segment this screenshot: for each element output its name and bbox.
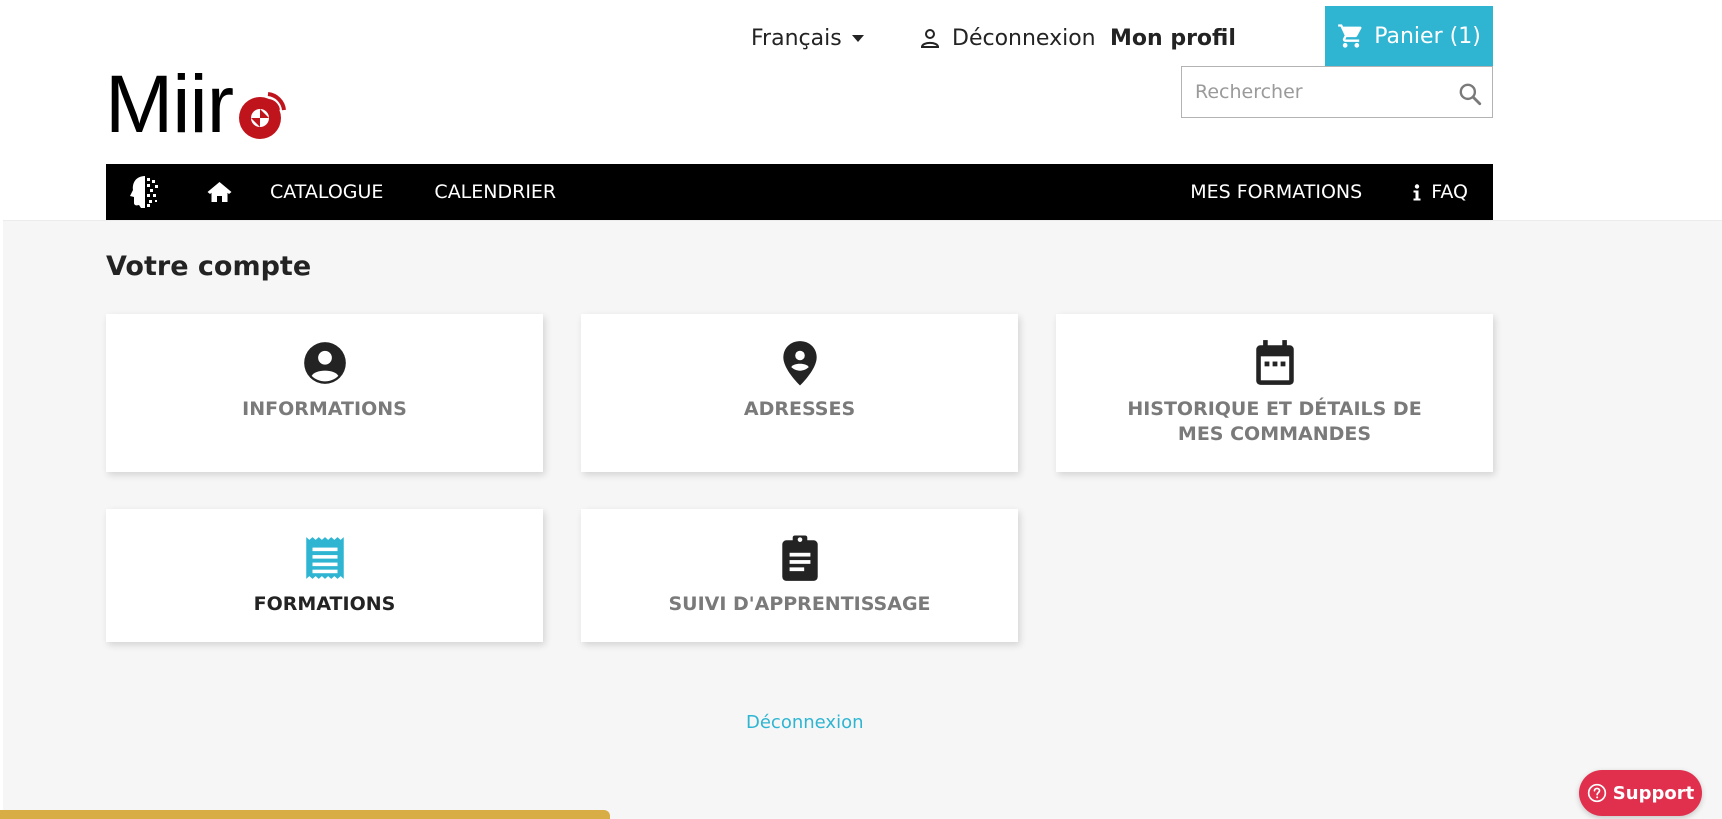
card-historique[interactable]: HISTORIQUE ET DÉTAILS DE MES COMMANDES bbox=[1056, 314, 1493, 472]
nav-calendrier[interactable]: CALENDRIER bbox=[434, 181, 556, 203]
account-circle-icon bbox=[303, 342, 346, 384]
logo-camera-icon bbox=[239, 92, 287, 139]
card-formations[interactable]: FORMATIONS bbox=[106, 509, 543, 642]
card-historique-label: HISTORIQUE ET DÉTAILS DE MES COMMANDES bbox=[1127, 398, 1422, 445]
card-informations[interactable]: INFORMATIONS bbox=[106, 314, 543, 472]
main-navbar: CATALOGUE CALENDRIER MES FORMATIONS FAQ bbox=[106, 164, 1493, 220]
card-adresses[interactable]: ADRESSES bbox=[581, 314, 1018, 472]
support-button[interactable]: Support bbox=[1579, 770, 1702, 816]
nav-faq[interactable]: FAQ bbox=[1412, 181, 1468, 203]
map-pin-icon bbox=[782, 341, 817, 386]
nav-mes-formations[interactable]: MES FORMATIONS bbox=[1190, 181, 1362, 203]
site-logo[interactable]: Miir bbox=[105, 59, 289, 150]
language-label: Français bbox=[751, 25, 842, 51]
help-circle-icon bbox=[1587, 783, 1606, 803]
logo-wordmark: Miir bbox=[105, 59, 234, 150]
search-input[interactable] bbox=[1182, 67, 1442, 117]
support-label: Support bbox=[1612, 782, 1695, 804]
bottom-banner-edge bbox=[0, 810, 610, 819]
home-icon[interactable] bbox=[207, 181, 232, 203]
calendar-icon bbox=[1255, 340, 1294, 385]
site-header: Miir Français Déconnexion Mon profil Pan… bbox=[0, 0, 1722, 220]
card-informations-label: INFORMATIONS bbox=[242, 398, 407, 420]
logout-label: Déconnexion bbox=[952, 25, 1096, 51]
clipboard-icon bbox=[781, 535, 818, 581]
account-main: Votre compte INFORMATIONS ADRESSES HISTO… bbox=[3, 220, 1722, 819]
card-formations-label: FORMATIONS bbox=[253, 593, 396, 615]
search-box bbox=[1181, 66, 1493, 118]
profile-label: Mon profil bbox=[1110, 25, 1236, 51]
logout-link-header[interactable]: Déconnexion bbox=[918, 22, 1096, 54]
card-suivi-label: SUIVI D'APPRENTISSAGE bbox=[668, 593, 931, 615]
page-title: Votre compte bbox=[106, 251, 312, 282]
cart-label: Panier (1) bbox=[1374, 23, 1481, 49]
brand-head-icon[interactable] bbox=[129, 174, 161, 210]
nav-catalogue[interactable]: CATALOGUE bbox=[270, 181, 383, 203]
card-adresses-label: ADRESSES bbox=[743, 398, 856, 420]
cart-button[interactable]: Panier (1) bbox=[1325, 6, 1493, 66]
language-selector[interactable]: Français bbox=[751, 22, 864, 54]
user-outline-icon bbox=[920, 29, 940, 48]
card-suivi-apprentissage[interactable]: SUIVI D'APPRENTISSAGE bbox=[581, 509, 1018, 642]
info-icon bbox=[1413, 183, 1421, 200]
receipt-icon bbox=[305, 537, 344, 579]
cart-icon bbox=[1338, 24, 1362, 48]
caret-down-icon bbox=[851, 34, 864, 42]
nav-faq-label: FAQ bbox=[1431, 181, 1468, 203]
profile-link[interactable]: Mon profil bbox=[1110, 22, 1236, 54]
logout-link-bottom[interactable]: Déconnexion bbox=[746, 712, 864, 733]
search-icon[interactable] bbox=[1457, 81, 1483, 107]
